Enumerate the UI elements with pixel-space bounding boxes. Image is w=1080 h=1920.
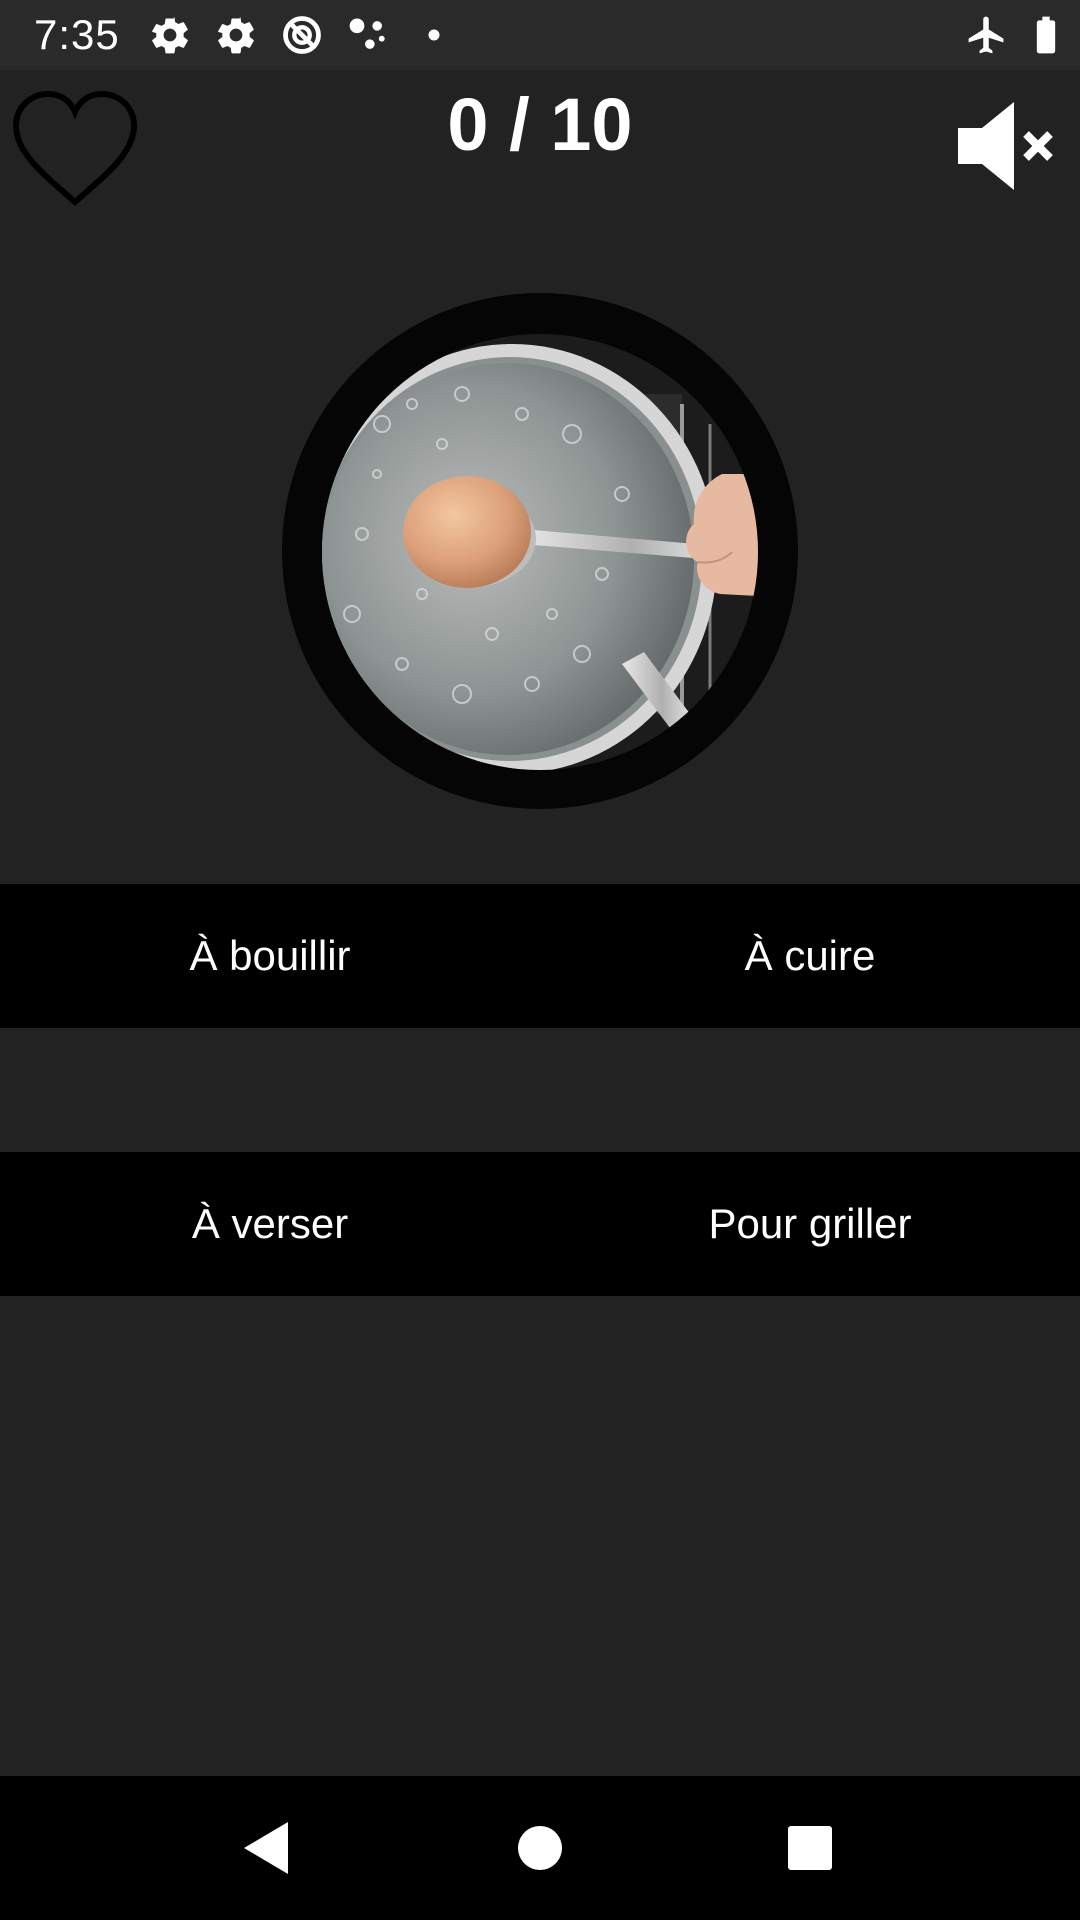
settings-gear-icon xyxy=(148,13,192,57)
recents-icon xyxy=(788,1826,832,1870)
favorite-button[interactable] xyxy=(8,88,142,210)
status-time: 7:35 xyxy=(34,11,120,58)
recents-button[interactable] xyxy=(776,1814,844,1882)
back-icon xyxy=(244,1822,288,1874)
answer-option-1[interactable]: À bouillir xyxy=(0,884,540,1028)
sound-toggle-button[interactable] xyxy=(952,98,1058,194)
assistant-dots-icon xyxy=(346,13,390,57)
back-button[interactable] xyxy=(234,1814,302,1882)
quiz-screen: 7:35 0 / 10 À bouillir À cuire À verser … xyxy=(0,0,1080,1920)
notification-dot-icon xyxy=(412,13,456,57)
score-counter: 0 / 10 xyxy=(447,83,633,166)
data-saver-icon xyxy=(280,13,324,57)
answer-option-2[interactable]: À cuire xyxy=(540,884,1080,1028)
home-icon xyxy=(518,1826,562,1870)
airplane-mode-icon xyxy=(964,13,1008,57)
heart-outline-icon xyxy=(12,90,138,207)
answer-row-1: À bouillir À cuire xyxy=(0,884,1080,1028)
settings-gear-icon xyxy=(214,13,258,57)
answer-option-3[interactable]: À verser xyxy=(0,1152,540,1296)
egg-on-spoon-image xyxy=(322,334,758,770)
question-picture xyxy=(322,334,758,770)
answer-row-2: À verser Pour griller xyxy=(0,1152,1080,1296)
battery-full-icon xyxy=(1024,13,1068,57)
volume-muted-icon xyxy=(958,102,1053,190)
navigation-bar xyxy=(0,1776,1080,1920)
status-bar: 7:35 xyxy=(0,0,1080,70)
home-button[interactable] xyxy=(506,1814,574,1882)
answer-option-4[interactable]: Pour griller xyxy=(540,1152,1080,1296)
